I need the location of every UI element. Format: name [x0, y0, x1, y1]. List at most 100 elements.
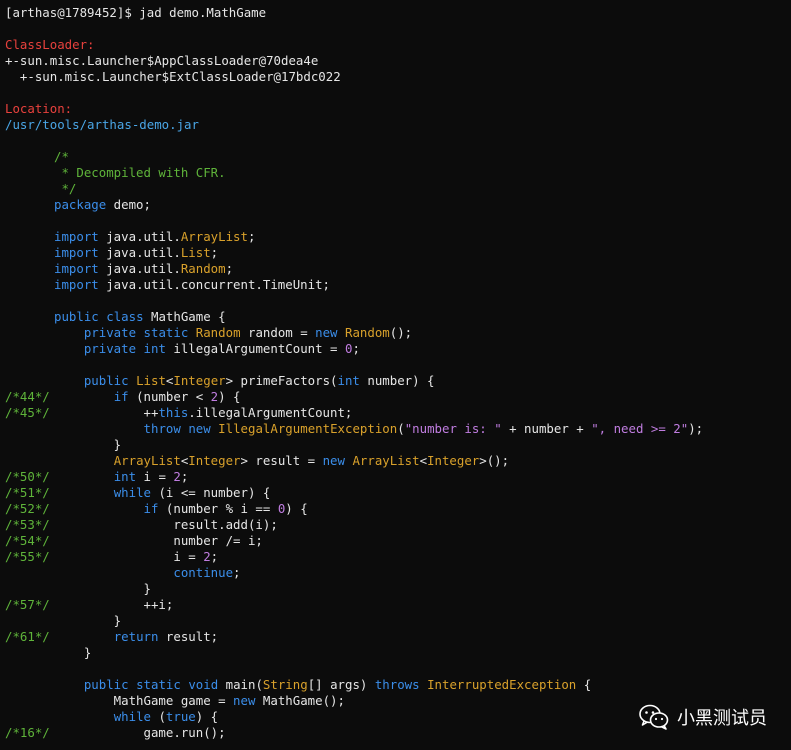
terminal-line: */: [5, 181, 791, 197]
syntax-token: java.util.: [98, 229, 181, 244]
syntax-token: ++i;: [54, 597, 174, 612]
syntax-token: public: [83, 373, 129, 388]
output-text: +-sun.misc.Launcher$ExtClassLoader@17bdc…: [5, 69, 341, 84]
syntax-token: MathGame {: [143, 309, 226, 324]
code-text: number /= i;: [54, 533, 263, 549]
code-text: public static void main(String[] args) t…: [54, 677, 591, 693]
terminal-line: public static void main(String[] args) t…: [5, 677, 791, 693]
terminal-line: /*52*/ if (number % i == 0) {: [5, 501, 791, 517]
watermark-text: 小黑测试员: [677, 708, 767, 729]
terminal-line: public List<Integer> primeFactors(int nu…: [5, 373, 791, 389]
syntax-token: +-sun.misc.Launcher$ExtClassLoader@17bdc…: [5, 69, 341, 84]
terminal-line: continue;: [5, 565, 791, 581]
syntax-token: true: [165, 709, 196, 724]
syntax-token: IllegalArgumentException: [218, 421, 398, 436]
watermark: 小黑测试员: [639, 704, 767, 730]
source-line-number: /*44*/: [5, 389, 50, 404]
terminal-line: import java.util.concurrent.TimeUnit;: [5, 277, 791, 293]
code-text: private int illegalArgumentCount = 0;: [54, 341, 360, 357]
terminal-line: +-sun.misc.Launcher$ExtClassLoader@17bdc…: [5, 69, 791, 85]
terminal-line: [arthas@1789452]$ jad demo.MathGame: [5, 5, 791, 21]
code-text: int i = 2;: [54, 469, 189, 485]
syntax-token: import: [54, 277, 99, 292]
syntax-token: result;: [158, 629, 219, 644]
syntax-token: List: [180, 245, 211, 260]
terminal-line: ClassLoader:: [5, 37, 791, 53]
terminal-line: /*51*/ while (i <= number) {: [5, 485, 791, 501]
source-line-number: /*53*/: [5, 517, 50, 532]
syntax-token: if: [143, 501, 159, 516]
syntax-token: number /= i;: [54, 533, 263, 548]
output-text: ClassLoader:: [5, 37, 95, 52]
source-line-number: /*57*/: [5, 597, 50, 612]
terminal-line: /usr/tools/arthas-demo.jar: [5, 117, 791, 133]
syntax-token: int: [143, 341, 166, 356]
code-text: ++this.illegalArgumentCount;: [54, 405, 353, 421]
source-line-number: /*51*/: [5, 485, 50, 500]
syntax-token: [54, 709, 114, 724]
syntax-token: number) {: [359, 373, 435, 388]
syntax-token: new: [188, 421, 211, 436]
code-text: import java.util.List;: [54, 245, 218, 261]
syntax-token: while: [113, 485, 151, 500]
syntax-token: [54, 485, 114, 500]
syntax-token: static: [143, 325, 189, 340]
syntax-token: /*: [54, 149, 69, 164]
output-text: Location:: [5, 101, 72, 116]
syntax-token: class: [106, 309, 144, 324]
syntax-token: private: [83, 341, 137, 356]
terminal-line: /*45*/ ++this.illegalArgumentCount;: [5, 405, 791, 421]
source-line-number: /*52*/: [5, 501, 50, 516]
terminal-line: public class MathGame {: [5, 309, 791, 325]
terminal-line: import java.util.List;: [5, 245, 791, 261]
code-text: return result;: [54, 629, 218, 645]
syntax-token: [54, 373, 84, 388]
syntax-token: (i <= number) {: [151, 485, 271, 500]
terminal-line: /*50*/ int i = 2;: [5, 469, 791, 485]
syntax-token: private: [83, 325, 137, 340]
syntax-token: [54, 325, 84, 340]
syntax-token: MathGame game =: [54, 693, 234, 708]
syntax-token: illegalArgumentCount =: [165, 341, 345, 356]
syntax-token: >();: [479, 453, 510, 468]
syntax-token: > primeFactors(: [225, 373, 338, 388]
wechat-icon: [639, 704, 669, 730]
syntax-token: 2: [173, 469, 181, 484]
terminal-line: package demo;: [5, 197, 791, 213]
code-text: package demo;: [54, 197, 151, 213]
source-line-number: /*45*/: [5, 405, 50, 420]
syntax-token: "number is: ": [404, 421, 502, 436]
syntax-token: */: [54, 181, 77, 196]
code-text: if (number % i == 0) {: [54, 501, 308, 517]
code-text: while (true) {: [54, 709, 218, 725]
code-text: if (number < 2) {: [54, 389, 241, 405]
syntax-token: [129, 373, 136, 388]
terminal-output[interactable]: [arthas@1789452]$ jad demo.MathGame Class…: [0, 0, 791, 750]
syntax-token: [54, 453, 114, 468]
code-text: private static Random random = new Rando…: [54, 325, 412, 341]
syntax-token: package: [54, 197, 107, 212]
syntax-token: result.add(i);: [54, 517, 278, 532]
syntax-token: i =: [54, 549, 204, 564]
terminal-line: private int illegalArgumentCount = 0;: [5, 341, 791, 357]
code-text: public List<Integer> primeFactors(int nu…: [54, 373, 435, 389]
syntax-token: [420, 677, 427, 692]
syntax-token: [54, 629, 114, 644]
code-text: import java.util.concurrent.TimeUnit;: [54, 277, 330, 293]
syntax-token: }: [54, 437, 122, 452]
terminal-line: }: [5, 581, 791, 597]
syntax-token: [54, 565, 173, 580]
syntax-token: * Decompiled with CFR.: [54, 165, 226, 180]
syntax-token: Random: [195, 325, 241, 340]
terminal-line: /*53*/ result.add(i);: [5, 517, 791, 533]
syntax-token: [188, 325, 195, 340]
syntax-token: String: [262, 677, 308, 692]
code-text: ++i;: [54, 597, 174, 613]
terminal-line: /*54*/ number /= i;: [5, 533, 791, 549]
syntax-token: this: [158, 405, 189, 420]
syntax-token: continue: [173, 565, 234, 580]
